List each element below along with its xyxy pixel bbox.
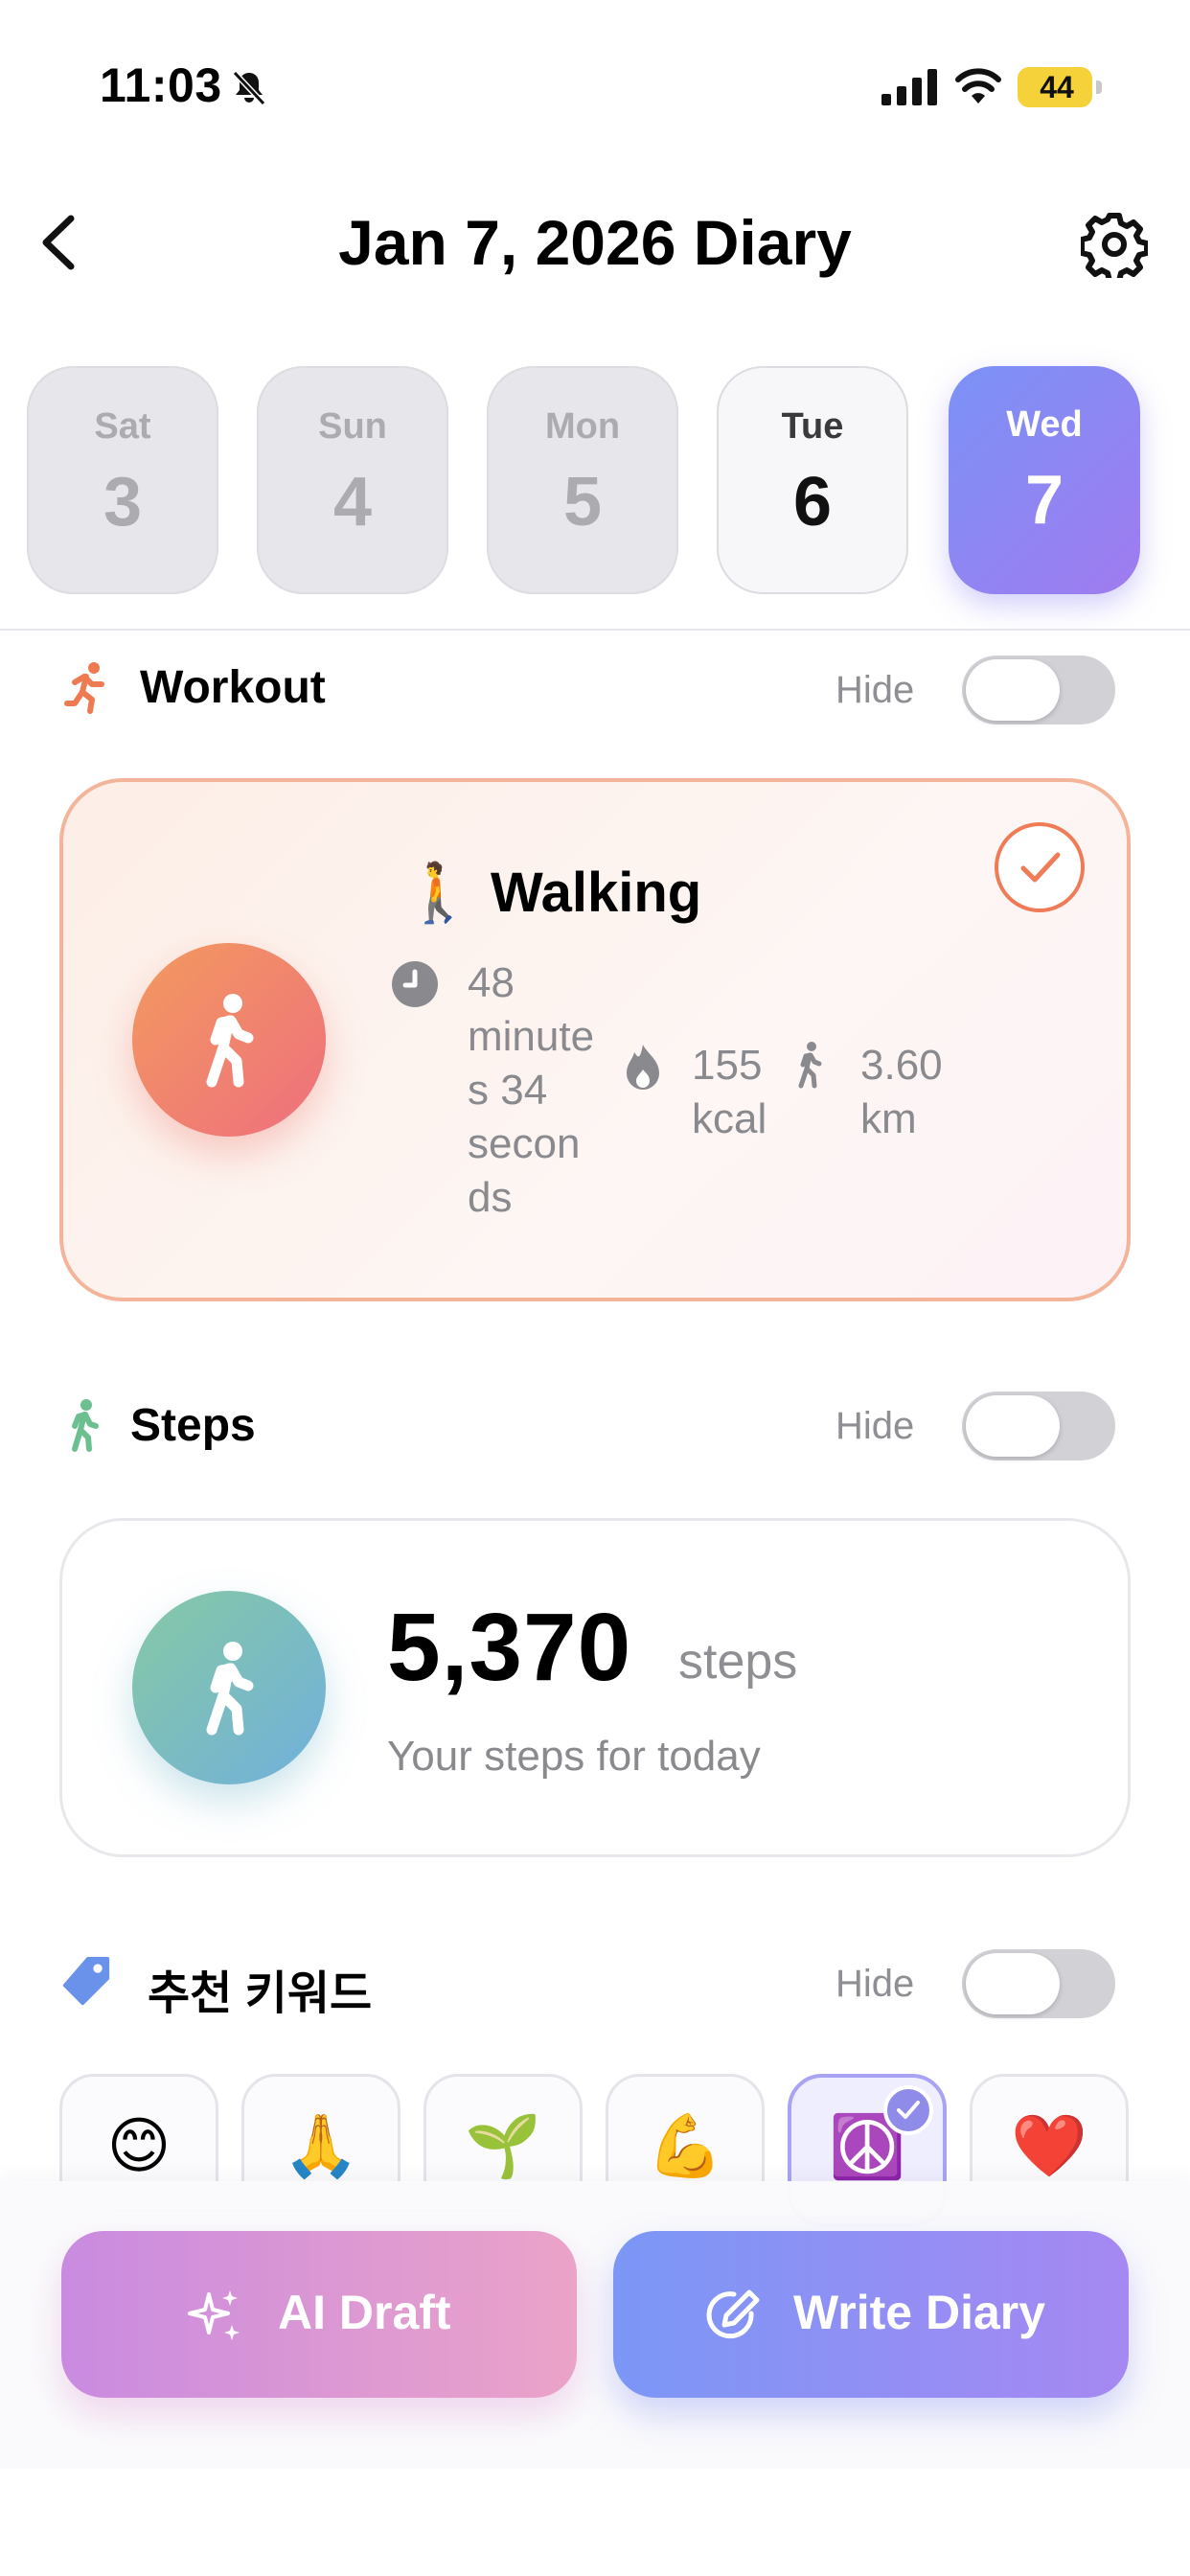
ai-draft-button[interactable]: AI Draft [61,2231,577,2398]
home-indicator-area [0,2469,1190,2576]
day-number: 5 [562,464,603,540]
write-diary-button[interactable]: Write Diary [613,2231,1129,2398]
walking-emoji: 🚶 [402,861,474,925]
battery-level: 44 [1040,70,1074,104]
workout-distance: 3.60 km [860,1042,943,1142]
day-number: 3 [103,464,143,540]
steps-caption: Your steps for today [387,1733,761,1780]
gear-icon[interactable] [1081,211,1148,278]
clock-icon [392,961,438,1007]
divider [0,629,1190,631]
workout-hide-label: Hide [835,669,915,711]
steps-hide-label: Hide [835,1405,915,1447]
day-name: Sun [318,406,387,447]
workout-calories: 155 kcal [692,1042,767,1142]
day-tab-mon[interactable]: Mon 5 [487,366,678,594]
flame-icon [627,1045,659,1090]
cellular-signal-icon [881,69,937,105]
day-name: Tue [781,406,844,447]
day-number: 6 [792,464,833,540]
tag-icon [62,1957,110,2006]
day-name: Mon [544,406,621,447]
walking-person-icon [206,1642,254,1736]
page-title: Jan 7, 2026 Diary [338,207,852,278]
walking-distance-icon [798,1042,822,1089]
sparkles-icon [188,2290,240,2340]
day-tab-tue[interactable]: Tue 6 [717,366,908,594]
keywords-hide-label: Hide [835,1963,915,2005]
walking-person-icon [206,994,254,1088]
bell-slash-icon [232,70,266,106]
keywords-hide-toggle[interactable] [962,1949,1115,2018]
checkmark-icon [1020,852,1061,883]
running-person-icon [64,662,104,714]
status-time: 11:03 [100,58,222,112]
walking-person-green-icon [72,1399,99,1452]
pencil-circle-icon [706,2289,760,2339]
workout-section-label: Workout [140,662,326,713]
day-name: Sat [94,406,151,447]
keyword-selected-check [883,2085,933,2135]
write-diary-label: Write Diary [793,2286,1046,2339]
checkmark-icon [897,2101,920,2119]
ai-draft-label: AI Draft [278,2286,451,2339]
steps-avatar [132,1591,326,1784]
day-tab-wed-selected[interactable]: Wed 7 [949,366,1140,594]
day-number: 7 [1024,462,1064,539]
day-number: 4 [332,464,373,540]
workout-avatar [132,943,326,1137]
workout-duration: 48 minute s 34 secon ds [468,959,595,1221]
day-name: Wed [1006,404,1083,445]
keywords-section-label: 추천 키워드 [148,1968,373,2019]
battery-icon: 44 [1018,67,1104,107]
workout-name: Walking [491,862,702,924]
steps-count: 5,370 [387,1594,632,1701]
steps-hide-toggle[interactable] [962,1392,1115,1460]
steps-section-label: Steps [130,1400,256,1451]
day-tab-sat[interactable]: Sat 3 [27,366,218,594]
steps-unit: steps [678,1634,798,1690]
workout-hide-toggle[interactable] [962,656,1115,724]
workout-selected-check[interactable] [995,822,1085,912]
wifi-icon [955,68,1001,104]
day-tab-sun[interactable]: Sun 4 [257,366,448,594]
